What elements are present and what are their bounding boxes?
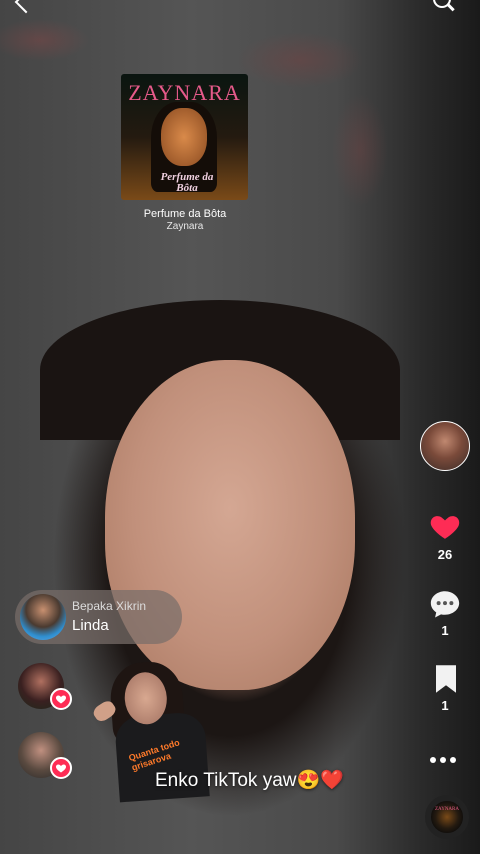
more-options-icon[interactable] (430, 750, 460, 763)
comment-count: 1 (441, 623, 449, 638)
comment-icon[interactable] (428, 587, 462, 621)
music-disc-icon[interactable]: ZAYNARA (425, 795, 469, 839)
like-count: 26 (437, 547, 453, 562)
song-artist[interactable]: Zaynara (0, 221, 370, 232)
heart-badge-icon (50, 757, 72, 779)
music-disc-label: ZAYNARA (435, 807, 459, 812)
commenter-name: Bepaka Xikrin (72, 599, 147, 613)
heart-badge-icon (50, 688, 72, 710)
comment-text: Linda (72, 617, 109, 634)
creator-avatar[interactable] (420, 421, 470, 471)
chevron-left-icon[interactable] (14, 0, 38, 14)
album-cover[interactable]: ZAYNARA Perfume da Bôta (121, 74, 248, 200)
save-count: 1 (441, 698, 449, 713)
song-title[interactable]: Perfume da Bôta (0, 208, 370, 220)
album-cover-face (161, 108, 207, 166)
album-cover-track: Perfume da Bôta (160, 171, 214, 194)
commenter-avatar (20, 594, 66, 640)
bookmark-icon[interactable] (433, 664, 459, 694)
comment-bubble[interactable]: Bepaka Xikrin Linda (15, 590, 182, 644)
video-caption: Enko TikTok yaw😍❤️ (155, 770, 344, 791)
heart-icon[interactable] (428, 509, 462, 543)
